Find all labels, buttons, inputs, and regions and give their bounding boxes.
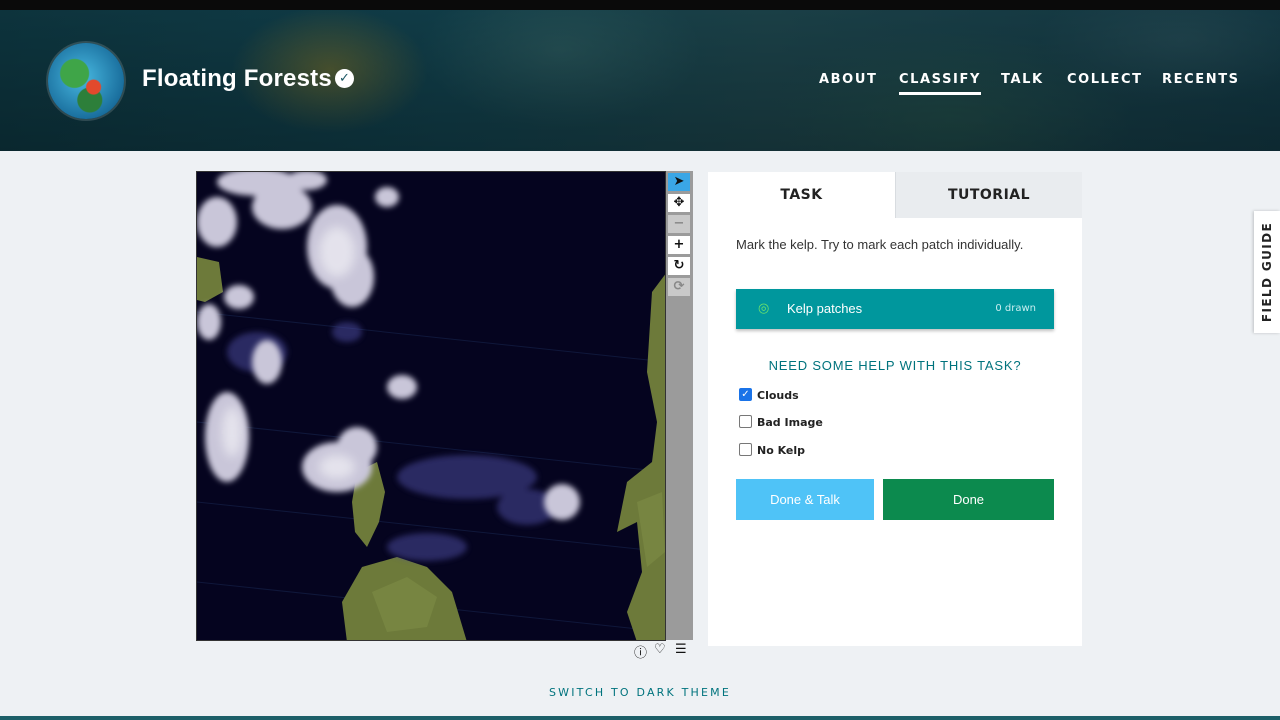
tool-label: Kelp patches (787, 301, 863, 316)
kelp-patches-tool-button[interactable]: ◎ Kelp patches 0 drawn (736, 289, 1054, 329)
reset-icon[interactable]: ⟳ (668, 278, 690, 296)
done-and-talk-button[interactable]: Done & Talk (736, 479, 874, 520)
field-guide-tab[interactable]: FIELD GUIDE (1254, 211, 1280, 333)
satellite-image[interactable] (197, 172, 666, 641)
nav-collect[interactable]: COLLECT (1067, 72, 1143, 87)
subject-image[interactable] (196, 171, 666, 641)
move-icon[interactable]: ✥ (668, 194, 690, 212)
tool-count: 0 drawn (995, 303, 1036, 314)
tab-task[interactable]: TASK (708, 172, 895, 218)
site-header: Floating Forests ✓ ABOUT CLASSIFY TALK C… (0, 10, 1280, 151)
nav-about[interactable]: ABOUT (819, 72, 877, 87)
task-instructions: Mark the kelp. Try to mark each patch in… (736, 237, 1024, 252)
collections-icon[interactable]: ☰ (675, 642, 687, 657)
checkbox-box[interactable] (739, 415, 752, 428)
zoom-in-icon[interactable]: + (668, 236, 690, 254)
task-panel: TASK TUTORIAL Mark the kelp. Try to mark… (708, 172, 1082, 646)
footer-bar (0, 716, 1280, 720)
pointer-icon[interactable]: ➤ (668, 173, 690, 191)
zoom-out-icon[interactable]: − (668, 215, 690, 233)
switch-theme-link[interactable]: SWITCH TO DARK THEME (0, 686, 1280, 699)
info-icon[interactable]: ⓘ (634, 642, 647, 661)
heart-icon[interactable]: ♡ (654, 642, 666, 657)
checkbox-label: Bad Image (757, 416, 823, 429)
checkbox-box[interactable] (739, 443, 752, 456)
field-guide-label: FIELD GUIDE (1260, 221, 1274, 323)
nav-recents[interactable]: RECENTS (1162, 72, 1240, 87)
checkbox-checked-icon[interactable]: ✓ (739, 388, 752, 401)
rotate-icon[interactable]: ↻ (668, 257, 690, 275)
done-button[interactable]: Done (883, 479, 1054, 520)
top-bar (0, 0, 1280, 10)
project-title[interactable]: Floating Forests (142, 65, 332, 93)
nav-classify[interactable]: CLASSIFY (899, 72, 981, 95)
tab-tutorial[interactable]: TUTORIAL (895, 172, 1082, 218)
polygon-icon: ◎ (758, 301, 770, 316)
help-link[interactable]: NEED SOME HELP WITH THIS TASK? (708, 358, 1082, 373)
checkbox-label: Clouds (757, 389, 799, 402)
verified-badge-icon: ✓ (335, 69, 354, 88)
checkbox-label: No Kelp (757, 444, 806, 457)
nav-talk[interactable]: TALK (1001, 72, 1044, 87)
project-logo[interactable] (48, 43, 124, 119)
